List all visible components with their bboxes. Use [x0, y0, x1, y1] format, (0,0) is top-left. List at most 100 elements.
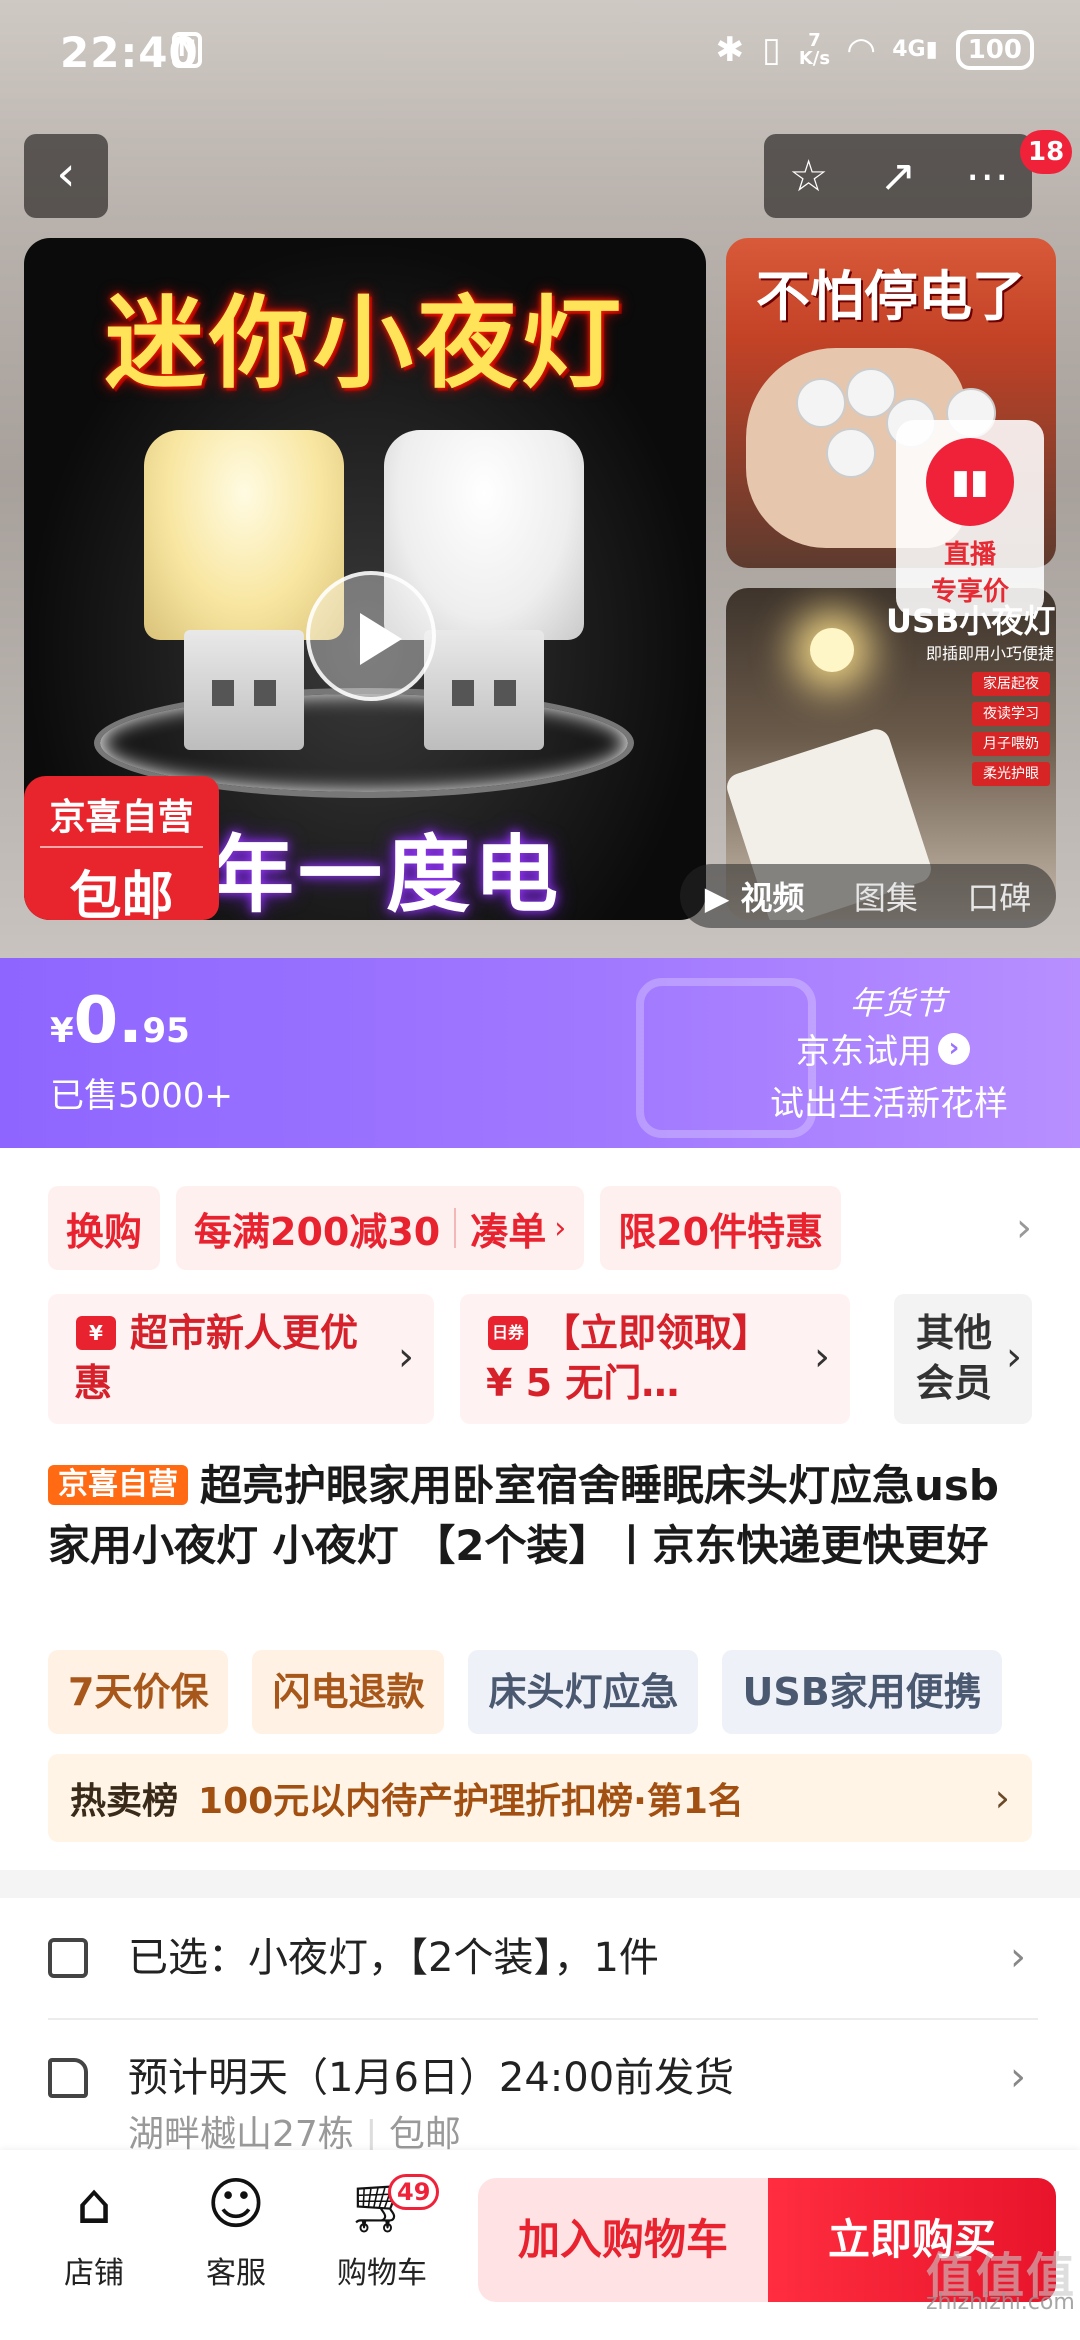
selected-spec-row[interactable]: 已选：小夜灯，【2个装】，1件 ›: [48, 1928, 1038, 1992]
customer-service-button[interactable]: ☺ 客服: [176, 2170, 296, 2292]
jd-trial-label: 京东试用: [796, 1032, 932, 1072]
promo-bundle-label: 凑单: [470, 1209, 547, 1254]
ranking-label: 热卖榜: [70, 1781, 179, 1822]
promo-discount-label: 每满200减30: [194, 1209, 441, 1254]
battery-indicator: 100: [955, 30, 1034, 70]
cart-label: 购物车: [337, 2256, 427, 2291]
share-icon[interactable]: ↗: [858, 151, 938, 202]
chevron-right-icon: ›: [1010, 1934, 1026, 1980]
product-tags: 7天价保 闪电退款 床头灯应急 USB家用便携: [48, 1650, 1002, 1734]
bottom-action-bar: ⌂ 店铺 ☺ 客服 🛒︎ 购物车 49 加入购物车 立即购买 值值值 zhizh…: [0, 2150, 1080, 2340]
thumbnail-2-subtitle: 即插即用小巧便捷: [926, 644, 1055, 663]
bluetooth-icon: ✱: [715, 30, 745, 70]
store-icon: ⌂: [76, 2172, 112, 2237]
store-label: 店铺: [64, 2256, 124, 2291]
tag-price-protect[interactable]: 7天价保: [48, 1650, 229, 1734]
store-tag: 京喜自营: [48, 1465, 188, 1505]
shipping-text: 包邮: [388, 2114, 461, 2155]
selected-spec-label: 已选：小夜灯，【2个装】，1件: [128, 1935, 659, 1981]
badge-line-2: 包邮: [69, 867, 174, 927]
festival-label: 年货节: [850, 984, 947, 1022]
nfc-icon: N: [172, 32, 202, 68]
divider: [48, 2018, 1038, 2020]
thumbnail-1-caption: 不怕停电了: [756, 265, 1026, 328]
main-image-headline: 迷你小夜灯: [105, 285, 625, 402]
tab-reviews[interactable]: 口碑: [967, 873, 1031, 919]
ranking-text: 100元以内待产护理折扣榜·第1名: [198, 1781, 744, 1822]
coupon-member[interactable]: 其他会员 ›: [894, 1294, 1032, 1424]
play-video-button[interactable]: [306, 571, 436, 701]
exclusive-price-label: 专享价: [930, 577, 1009, 607]
feature-label: 柔光护眼: [972, 762, 1050, 786]
status-bar: 22:40 N ✱ ▯ 7 K/s ◠ 4G▮ 100: [0, 0, 1080, 100]
product-title-text: 超亮护眼家用卧室宿舍睡眠床头灯应急usb家用小夜灯 小夜灯 【2个装】丨京东快递…: [48, 1461, 999, 1570]
star-icon[interactable]: ☆: [769, 151, 849, 202]
media-area: 22:40 N ✱ ▯ 7 K/s ◠ 4G▮ 100 ‹ ☆ ↗ ⋯ 18 迷你…: [0, 0, 1080, 958]
price-banner: ¥0.95 已售5000+ 年货节 京东试用 › 试出生活新花样: [0, 958, 1080, 1148]
coupon-newuser-label: 超市新人更优惠: [74, 1311, 359, 1405]
chevron-right-icon: ›: [814, 1334, 830, 1380]
media-tabs: ▶ 视频 图集 口碑: [680, 864, 1056, 928]
signal-icon: 4G▮: [892, 37, 938, 62]
live-icon: ▮▮: [926, 438, 1014, 526]
chat-icon: ☺: [206, 2172, 266, 2237]
sold-count: 已售5000+: [50, 1076, 234, 1116]
section-divider: [0, 1870, 1080, 1898]
net-speed: 7 K/s: [798, 30, 831, 69]
feature-label: 家居起夜: [972, 672, 1050, 696]
add-to-cart-button[interactable]: 加入购物车: [478, 2178, 768, 2302]
spec-checklist-icon: [48, 1938, 88, 1978]
truck-icon: [48, 2058, 88, 2098]
message-badge: 18: [1020, 130, 1073, 174]
chevron-right-icon[interactable]: ›: [1016, 1205, 1032, 1251]
tag-fast-refund[interactable]: 闪电退款: [252, 1650, 445, 1734]
watermark-text: zhizhizhi.com: [926, 2290, 1075, 2315]
bulb-image: [796, 378, 846, 428]
vibrate-icon: ▯: [762, 30, 781, 70]
feature-label: 月子喂奶: [972, 732, 1050, 756]
promo-limited[interactable]: 限20件特惠: [600, 1186, 842, 1270]
coupon-newuser[interactable]: ¥ 超市新人更优惠 ›: [48, 1294, 434, 1424]
store-button[interactable]: ⌂ 店铺: [34, 2170, 154, 2292]
tag-usb-portable[interactable]: USB家用便携: [722, 1650, 1002, 1734]
promo-limited-label: 限20件特惠: [618, 1209, 824, 1254]
feature-label: 夜读学习: [972, 702, 1050, 726]
chevron-right-icon: ›: [1006, 1334, 1022, 1380]
cart-count-badge: 49: [388, 2174, 440, 2210]
tag-bedside-lamp[interactable]: 床头灯应急: [468, 1650, 699, 1734]
live-price-card[interactable]: ▮▮ 直播 专享价: [896, 420, 1044, 616]
live-label: 直播: [943, 540, 996, 570]
chevron-right-icon: ›: [1010, 2054, 1026, 2100]
coupon-daily[interactable]: 日券 【立即领取】¥ 5 无门… ›: [460, 1294, 850, 1424]
lamp-glow: [810, 628, 854, 672]
tab-video[interactable]: ▶ 视频: [705, 873, 805, 919]
customer-service-label: 客服: [206, 2256, 266, 2291]
top-action-group: ☆ ↗ ⋯: [764, 134, 1032, 218]
chevron-right-icon: ›: [554, 1210, 567, 1246]
chevron-right-icon: ›: [398, 1334, 414, 1380]
status-icons: ✱ ▯ 7 K/s ◠ 4G▮ 100: [716, 30, 1034, 70]
coupon-member-label: 其他会员: [916, 1311, 993, 1405]
price-decimal: 95: [142, 1011, 190, 1051]
delivery-label: 预计明天（1月6日）24:00前发货: [128, 2055, 735, 2101]
main-image-bottom-text: 年一度电: [210, 826, 563, 920]
product-title: 京喜自营 超亮护眼家用卧室宿舍睡眠床头灯应急usb家用小夜灯 小夜灯 【2个装】丨…: [48, 1456, 1038, 1576]
tab-video-label: 视频: [740, 879, 805, 917]
tab-gallery[interactable]: 图集: [854, 873, 918, 919]
bulb-image: [826, 428, 876, 478]
price-integer: 0.: [73, 984, 143, 1058]
wifi-icon: ◠: [848, 30, 875, 70]
ranking-bar[interactable]: 热卖榜 100元以内待产护理折扣榜·第1名 ›: [48, 1754, 1032, 1842]
more-icon[interactable]: ⋯: [947, 151, 1027, 202]
chevron-right-icon: ›: [938, 1032, 970, 1065]
promo-discount[interactable]: 每满200减30 凑单 ›: [176, 1186, 585, 1270]
badge-line-1: 京喜自营: [40, 788, 203, 848]
jd-trial-link[interactable]: 京东试用 ›: [796, 1024, 970, 1073]
promotion-row[interactable]: 换购 每满200减30 凑单 › 限20件特惠 ›: [48, 1186, 1032, 1270]
coupon-row: ¥ 超市新人更优惠 › 日券 【立即领取】¥ 5 无门… › 其他会员 ›: [48, 1294, 1032, 1424]
address-text: 湖畔樾山27栋: [128, 2114, 354, 2155]
price-currency: ¥: [50, 1011, 74, 1051]
promo-exchange[interactable]: 换购: [48, 1186, 161, 1270]
back-button[interactable]: ‹: [24, 134, 108, 218]
price: ¥0.95: [50, 984, 190, 1058]
